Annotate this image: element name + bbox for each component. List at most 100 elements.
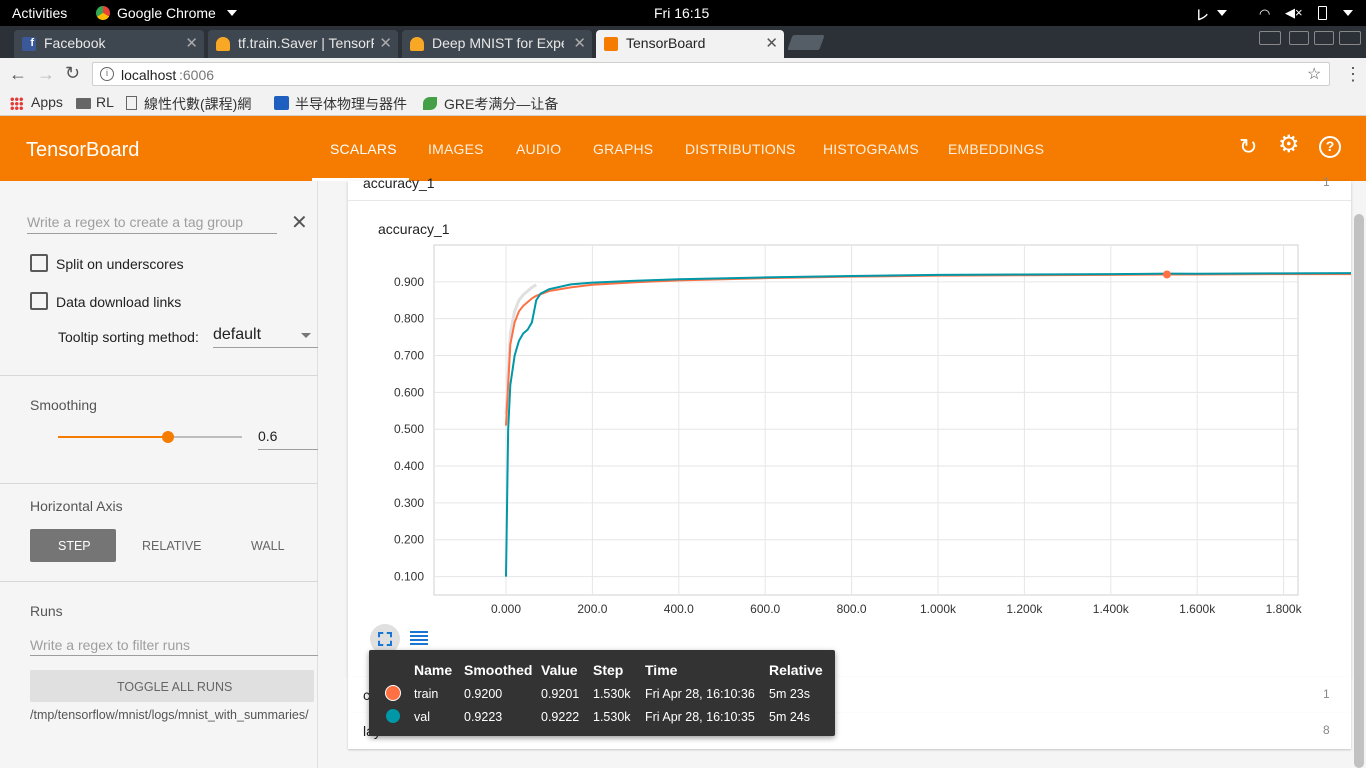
wifi-icon[interactable]: ◠ xyxy=(1259,6,1270,22)
download-checkbox[interactable] xyxy=(30,292,48,310)
val-swatch xyxy=(385,708,401,724)
tab-histograms[interactable]: HISTOGRAMS xyxy=(823,141,919,157)
tab-audio[interactable]: AUDIO xyxy=(516,141,561,157)
reload-icon[interactable]: ↻ xyxy=(65,63,80,84)
info-icon[interactable]: i xyxy=(100,67,114,81)
x-tick-label: 0.000 xyxy=(491,602,521,616)
x-tick-label: 1.400k xyxy=(1093,602,1130,616)
tooltip-sort-label: Tooltip sorting method: xyxy=(58,329,199,345)
browser-tab-saver[interactable]: tf.train.Saver | TensorFlow ✕ xyxy=(208,30,398,58)
axis-step-button[interactable]: STEP xyxy=(30,529,116,562)
accuracy-chart[interactable]: 0.000 200.0 400.0 600.0 800.0 1.000k 1.200k 1.4… xyxy=(348,181,1351,621)
tooltip-val-name: val xyxy=(414,710,430,724)
runs-filter-input[interactable]: Write a regex to filter runs xyxy=(30,637,190,653)
input-method-indicator[interactable]: ㆑ xyxy=(1195,5,1209,25)
tooltip-header-name: Name xyxy=(414,662,453,678)
x-tick-label: 600.0 xyxy=(750,602,780,616)
smoothing-input[interactable]: 0.6 xyxy=(258,428,277,444)
y-tick-label: 0.100 xyxy=(394,570,424,584)
app-title: TensorBoard xyxy=(26,139,140,161)
y-tick-label: 0.900 xyxy=(394,275,424,289)
x-tick-label: 1.000k xyxy=(920,602,957,616)
star-icon[interactable]: ☆ xyxy=(1307,64,1321,84)
activities-button[interactable]: Activities xyxy=(12,5,67,21)
forward-icon[interactable]: → xyxy=(37,64,55,85)
data-list-icon[interactable] xyxy=(410,631,428,645)
tab-embeddings[interactable]: EMBEDDINGS xyxy=(948,141,1044,157)
tensorflow-icon xyxy=(216,37,230,51)
menu-icon[interactable]: ⋮ xyxy=(1344,64,1362,85)
url-port: :6006 xyxy=(179,67,215,83)
browser-tab-tensorboard[interactable]: TensorBoard ✕ xyxy=(596,30,784,58)
bookmark-semiconductor[interactable]: 半导体物理与器件 xyxy=(295,94,411,114)
leaf-icon xyxy=(423,97,437,110)
tooltip-header-step: Step xyxy=(593,662,624,678)
axis-relative-button[interactable]: RELATIVE xyxy=(142,539,202,553)
chrome-icon xyxy=(96,6,110,20)
toggle-all-runs-button[interactable]: TOGGLE ALL RUNS xyxy=(30,670,314,702)
smoothing-slider-handle[interactable] xyxy=(162,431,175,443)
y-tick-label: 0.600 xyxy=(394,385,424,399)
help-icon[interactable]: ? xyxy=(1319,136,1341,158)
y-tick-label: 0.700 xyxy=(394,349,424,363)
runs-label: Runs xyxy=(30,603,63,619)
logdir-path: /tmp/tensorflow/mnist/logs/mnist_with_su… xyxy=(30,708,309,722)
download-label: Data download links xyxy=(56,294,182,310)
x-tick-label: 400.0 xyxy=(664,602,694,616)
minimize-button[interactable] xyxy=(1289,31,1309,45)
x-tick-label: 800.0 xyxy=(837,602,867,616)
app-menu[interactable]: Google Chrome xyxy=(117,5,216,21)
chevron-down-icon xyxy=(1343,10,1353,16)
horizontal-axis-label: Horizontal Axis xyxy=(30,498,123,514)
split-label: Split on underscores xyxy=(56,256,184,272)
gear-icon[interactable]: ⚙ xyxy=(1278,133,1300,157)
battery-icon[interactable] xyxy=(1318,6,1327,20)
close-icon[interactable]: ✕ xyxy=(573,34,586,52)
page-icon xyxy=(126,96,137,110)
system-top-bar: Activities Google Chrome Fri 16:15 ㆑ ◠ ◀… xyxy=(0,0,1366,26)
tab-distributions[interactable]: DISTRIBUTIONS xyxy=(685,141,796,157)
smoothing-slider-track[interactable] xyxy=(58,431,242,443)
tag-regex-input[interactable]: Write a regex to create a tag group xyxy=(27,214,243,230)
y-tick-label: 0.800 xyxy=(394,312,424,326)
chart-tooltip: Name Smoothed Value Step Time Relative t… xyxy=(369,650,835,736)
refresh-icon[interactable]: ↻ xyxy=(1239,134,1257,160)
new-tab-button[interactable] xyxy=(787,35,825,50)
bookmarks-bar: Apps RL 線性代數(課程)網 半导体物理与器件 GRE考满分—让备 xyxy=(0,90,1366,116)
split-checkbox[interactable] xyxy=(30,254,48,272)
chevron-down-icon xyxy=(301,333,311,338)
bookmark-apps[interactable]: Apps xyxy=(31,94,63,110)
clock[interactable]: Fri 16:15 xyxy=(654,5,709,21)
page-scrollbar[interactable] xyxy=(1354,214,1364,768)
sidebar: Write a regex to create a tag group ✕ Sp… xyxy=(0,181,318,768)
tab-graphs[interactable]: GRAPHS xyxy=(593,141,653,157)
bookmark-linear-algebra[interactable]: 線性代數(課程)網 xyxy=(144,94,260,114)
plot-frame xyxy=(433,244,1299,596)
address-bar[interactable]: i localhost :6006 ☆ xyxy=(92,62,1330,86)
tooltip-header-value: Value xyxy=(541,662,578,678)
y-tick-label: 0.300 xyxy=(394,496,424,510)
browser-tab-mnist[interactable]: Deep MNIST for Experts ✕ xyxy=(402,30,592,58)
browser-tab-facebook[interactable]: f Facebook ✕ xyxy=(14,30,204,58)
close-icon[interactable]: ✕ xyxy=(765,34,778,52)
paw-icon xyxy=(274,96,289,110)
tab-scalars[interactable]: SCALARS xyxy=(330,141,397,157)
volume-icon[interactable]: ◀× xyxy=(1285,5,1303,21)
bookmark-rl[interactable]: RL xyxy=(96,94,114,110)
x-tick-label: 200.0 xyxy=(577,602,607,616)
close-icon[interactable]: ✕ xyxy=(379,34,392,52)
close-window-button[interactable] xyxy=(1339,31,1361,45)
back-icon[interactable]: ← xyxy=(9,64,27,85)
close-icon[interactable]: ✕ xyxy=(185,34,198,52)
tensorflow-icon xyxy=(410,37,424,51)
axis-wall-button[interactable]: WALL xyxy=(251,539,285,553)
maximize-button[interactable] xyxy=(1314,31,1334,45)
bookmark-gre[interactable]: GRE考满分—让备 xyxy=(444,94,562,114)
tab-images[interactable]: IMAGES xyxy=(428,141,484,157)
facebook-icon: f xyxy=(22,37,36,51)
folder-icon xyxy=(76,98,91,109)
clear-icon[interactable]: ✕ xyxy=(291,210,308,235)
chevron-down-icon xyxy=(227,10,237,16)
profile-icon[interactable] xyxy=(1259,31,1281,45)
tooltip-sort-select[interactable]: default xyxy=(213,326,261,344)
